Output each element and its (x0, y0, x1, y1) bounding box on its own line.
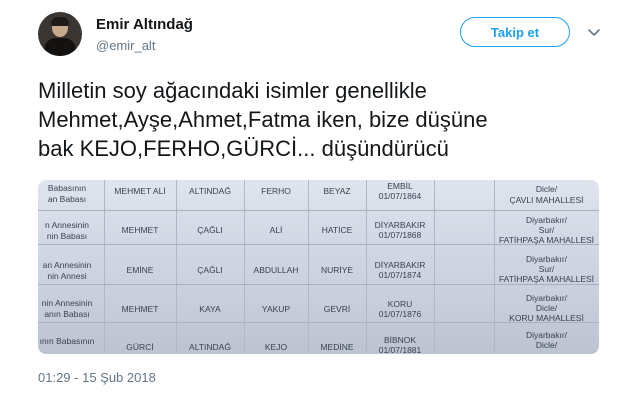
photo-address: Diyarbakır/ (525, 330, 568, 340)
photo-relation: anın Babası (44, 309, 90, 319)
photo-surname: KAYA (199, 304, 221, 314)
photo-name: EMİNE (126, 265, 154, 275)
photo-column-divider (434, 180, 435, 354)
tweet-header: Emir Altındağ @emir_alt Takip et (38, 12, 618, 62)
photo-surname: ALTINDAĞ (189, 186, 231, 196)
follow-button[interactable]: Takip et (460, 17, 570, 47)
photo-relation: an Annesinin (42, 260, 92, 270)
photo-surname: ÇAĞLI (197, 265, 223, 275)
photo-father: KEJO (264, 342, 288, 352)
photo-relation: nin Annesi (47, 271, 87, 281)
photo-father: ABDULLAH (253, 265, 299, 275)
photo-name: MEHMET ALİ (114, 186, 166, 196)
photo-father: ALİ (269, 225, 283, 235)
photo-place: BİBNOK (383, 335, 417, 345)
photo-relation: nin Annesinin (41, 298, 93, 308)
user-name[interactable]: Emir Altındağ (96, 16, 193, 33)
tweet-photo[interactable]: Babasının an Babası MEHMET ALİ ALTINDAĞ … (38, 180, 599, 354)
user-handle[interactable]: @emir_alt (96, 38, 155, 53)
photo-date: 01/07/1864 (378, 191, 422, 201)
photo-relation: nin Babası (46, 231, 88, 241)
photo-date: 01/07/1868 (378, 230, 422, 240)
photo-address: Sur/ (538, 225, 555, 235)
avatar-body (44, 38, 76, 56)
photo-mother: BEYAZ (323, 186, 351, 196)
photo-father: YAKUP (261, 304, 291, 314)
photo-address: Dicle/ (535, 303, 558, 313)
photo-mother: HATİCE (321, 225, 353, 235)
photo-relation: Babasının (47, 183, 87, 193)
photo-address: FATİHPAŞA MAHALLESİ (498, 274, 595, 284)
photo-surname: ÇAĞLI (197, 225, 223, 235)
photo-date: 01/07/1874 (378, 270, 422, 280)
chevron-down-icon[interactable] (586, 24, 602, 40)
photo-name: MEHMET (121, 225, 159, 235)
avatar-hair (51, 17, 69, 26)
tweet-text: Milletin soy ağacındaki isimler genellik… (38, 78, 488, 161)
photo-row-divider (38, 284, 599, 285)
photo-relation: n Annesinin (45, 220, 89, 230)
photo-date: 01/07/1876 (378, 309, 422, 319)
photo-address: Diyarbakır/ (525, 293, 568, 303)
photo-address: Diyarbakır/ (525, 215, 568, 225)
photo-place: EMBİL (387, 181, 413, 191)
avatar[interactable] (38, 12, 82, 56)
photo-address: Sur/ (538, 264, 555, 274)
photo-mother: NURİYE (320, 265, 354, 275)
photo-surname: ALTINDAĞ (189, 342, 231, 352)
photo-relation: ının Babasının (39, 336, 95, 346)
photo-place: DİYARBAKIR (374, 220, 426, 230)
photo-date: 01/07/1881 (378, 345, 422, 354)
photo-row-divider (38, 210, 599, 211)
tweet-timestamp[interactable]: 01:29 - 15 Şub 2018 (38, 370, 156, 385)
photo-place: KORU (387, 299, 413, 309)
photo-address: Dicle/ (535, 184, 558, 194)
photo-mother: MEDİNE (320, 342, 354, 352)
photo-address: Diyarbakır/ (525, 254, 568, 264)
photo-address: Dicle/ (535, 340, 558, 350)
photo-relation: an Babası (47, 194, 87, 204)
photo-name: GÜRCİ (126, 342, 154, 352)
photo-address: ÇAVLI MAHALLESİ (509, 195, 584, 205)
photo-name: MEHMET (121, 304, 159, 314)
photo-place: DİYARBAKIR (374, 260, 426, 270)
photo-mother: GEVRİ (323, 304, 351, 314)
photo-father: FERHO (261, 186, 291, 196)
photo-address: FATİHPAŞA MAHALLESİ (498, 235, 595, 245)
photo-address: KORU MAHALLESİ (509, 313, 584, 323)
